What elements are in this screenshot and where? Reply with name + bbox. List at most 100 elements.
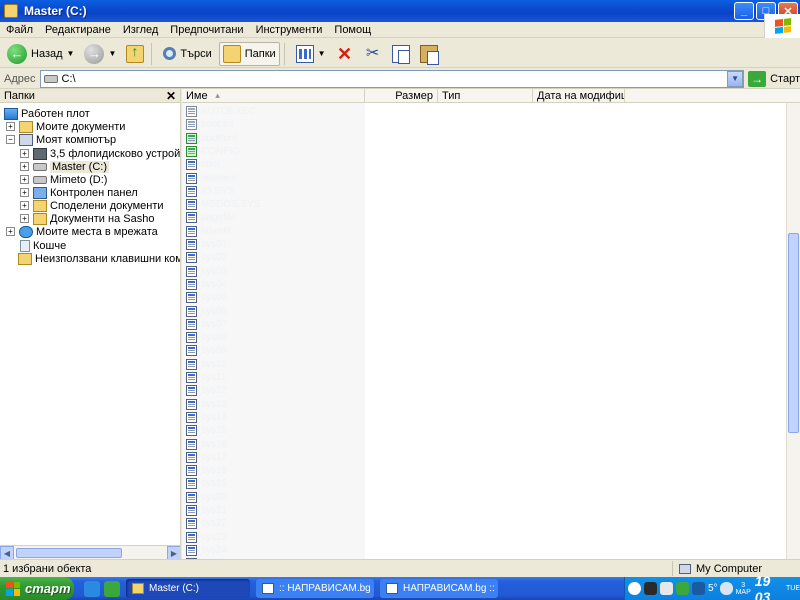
file-row[interactable]: sys15 bbox=[186, 424, 356, 437]
taskbar-item-browser-2[interactable]: НАПРАВИСАМ.bg :: ... bbox=[380, 579, 498, 598]
file-row[interactable]: boot.ini bbox=[186, 118, 356, 131]
file-row[interactable]: sys19 bbox=[186, 477, 356, 490]
file-row[interactable]: AUTOEXEC bbox=[186, 105, 356, 118]
search-button[interactable]: Търси bbox=[160, 42, 214, 66]
expand-icon[interactable]: + bbox=[20, 175, 29, 184]
address-value[interactable]: C:\ bbox=[62, 73, 76, 85]
file-row[interactable]: sys01 bbox=[186, 238, 356, 251]
file-row[interactable]: sys14 bbox=[186, 411, 356, 424]
file-row[interactable]: sys11 bbox=[186, 371, 356, 384]
menu-help[interactable]: Помощ bbox=[328, 24, 377, 36]
chevron-down-icon[interactable]: ▼ bbox=[727, 70, 744, 87]
menu-file[interactable]: Файл bbox=[0, 24, 39, 36]
chevron-down-icon[interactable]: ▼ bbox=[67, 49, 75, 58]
tree-node-floppy[interactable]: + 3,5 флопидисково устройство (A:) bbox=[20, 147, 180, 160]
file-row[interactable]: hiberfil bbox=[186, 225, 356, 238]
file-row[interactable]: sys08 bbox=[186, 331, 356, 344]
back-button[interactable]: ← Назад ▼ bbox=[4, 42, 77, 66]
menu-favorites[interactable]: Предпочитани bbox=[164, 24, 249, 36]
file-row[interactable]: sys12 bbox=[186, 384, 356, 397]
copy-button[interactable] bbox=[389, 42, 413, 66]
title-bar[interactable]: Master (C:) _ □ ✕ bbox=[0, 0, 800, 22]
views-button[interactable]: ▼ bbox=[293, 42, 329, 66]
column-header-size[interactable]: Размер bbox=[365, 89, 438, 102]
file-row[interactable]: ntldr bbox=[186, 158, 356, 171]
expand-icon[interactable]: + bbox=[20, 214, 29, 223]
expand-icon[interactable]: + bbox=[6, 122, 15, 131]
close-pane-icon[interactable]: ✕ bbox=[166, 89, 176, 103]
file-row[interactable]: sys09 bbox=[186, 344, 356, 357]
scroll-left-icon[interactable]: ◀ bbox=[0, 546, 14, 559]
tree-node-desktop[interactable]: Работен плот bbox=[4, 107, 90, 120]
security-icon[interactable] bbox=[644, 582, 657, 595]
file-row[interactable]: sys20 bbox=[186, 491, 356, 504]
paste-button[interactable] bbox=[417, 42, 441, 66]
file-row[interactable]: sys03 bbox=[186, 265, 356, 278]
tree-node-drive-c[interactable]: + Master (C:) bbox=[20, 160, 109, 173]
antivirus-icon[interactable] bbox=[676, 582, 689, 595]
vertical-scrollbar[interactable] bbox=[786, 103, 800, 559]
file-row[interactable]: CONFIG bbox=[186, 145, 356, 158]
collapse-icon[interactable]: − bbox=[6, 135, 15, 144]
file-row[interactable]: sys04 bbox=[186, 278, 356, 291]
expand-icon[interactable]: + bbox=[20, 188, 29, 197]
file-row[interactable]: sys06 bbox=[186, 305, 356, 318]
chevron-down-icon[interactable]: ▼ bbox=[318, 49, 326, 58]
taskbar-item-browser-1[interactable]: :: НАПРАВИСАМ.bg ... bbox=[256, 579, 374, 598]
menu-edit[interactable]: Редактиране bbox=[39, 24, 117, 36]
tree-node-control-panel[interactable]: + Контролен панел bbox=[20, 186, 138, 199]
tree-node-user-documents[interactable]: + Документи на Sasho bbox=[20, 212, 154, 225]
file-row[interactable]: sys16 bbox=[186, 438, 356, 451]
tree-node-shared-documents[interactable]: + Споделени документи bbox=[20, 199, 164, 212]
tree-node-unused-shortcuts[interactable]: Неизползвани клавишни комбинации bbox=[18, 252, 180, 265]
tree-node-recycle-bin[interactable]: Кошче bbox=[20, 239, 66, 252]
clock[interactable]: 19 03 bbox=[755, 573, 782, 600]
file-row[interactable]: bootfont bbox=[186, 132, 356, 145]
tray-chevron-icon[interactable] bbox=[628, 582, 641, 595]
folders-button[interactable]: Папки bbox=[218, 41, 280, 66]
column-header-date[interactable]: Дата на модифици... bbox=[533, 89, 625, 102]
scroll-thumb[interactable] bbox=[788, 233, 799, 433]
address-input[interactable]: C:\ ▼ bbox=[39, 69, 745, 88]
menu-tools[interactable]: Инструменти bbox=[250, 24, 329, 36]
file-row[interactable]: sys22 bbox=[186, 517, 356, 530]
file-row[interactable]: sys17 bbox=[186, 451, 356, 464]
file-row[interactable]: sys02 bbox=[186, 251, 356, 264]
messenger-icon[interactable] bbox=[104, 580, 120, 597]
tree-node-drive-d[interactable]: + Mimeto (D:) bbox=[20, 173, 107, 186]
file-row[interactable]: sys18 bbox=[186, 464, 356, 477]
scroll-thumb[interactable] bbox=[16, 548, 122, 558]
file-row[interactable]: sys10 bbox=[186, 358, 356, 371]
menu-view[interactable]: Изглед bbox=[117, 24, 164, 36]
taskbar-item-explorer[interactable]: Master (C:) bbox=[126, 579, 250, 598]
tree-node-network-places[interactable]: + Моите места в мрежата bbox=[6, 225, 158, 238]
chevron-down-icon[interactable]: ▼ bbox=[108, 49, 116, 58]
tree-node-my-computer[interactable]: − Моят компютър bbox=[6, 133, 116, 146]
file-row[interactable]: sys23 bbox=[186, 531, 356, 544]
column-header-name[interactable]: Име ▲ bbox=[182, 89, 365, 102]
file-row[interactable]: IO.SYS bbox=[186, 185, 356, 198]
expand-icon[interactable]: + bbox=[20, 162, 29, 171]
file-row[interactable]: ntdetect bbox=[186, 172, 356, 185]
tree-node-my-documents[interactable]: + Моите документи bbox=[6, 120, 125, 133]
start-button[interactable]: старт bbox=[0, 577, 74, 600]
up-button[interactable] bbox=[123, 42, 147, 66]
forward-button[interactable]: → ▼ bbox=[81, 42, 119, 66]
file-row[interactable]: MSDOS.SYS bbox=[186, 198, 356, 211]
horizontal-scrollbar[interactable]: ◀ ▶ bbox=[0, 545, 180, 559]
browser-icon[interactable] bbox=[84, 580, 100, 597]
go-button[interactable]: → Старт bbox=[748, 70, 800, 87]
file-row[interactable]: sys07 bbox=[186, 318, 356, 331]
weather-temperature[interactable]: 5° bbox=[708, 583, 718, 594]
file-row[interactable]: pagefile bbox=[186, 211, 356, 224]
column-header-type[interactable]: Тип bbox=[438, 89, 533, 102]
expand-icon[interactable]: + bbox=[6, 227, 15, 236]
minimize-button[interactable]: _ bbox=[734, 2, 754, 20]
file-row[interactable]: sys21 bbox=[186, 504, 356, 517]
file-row[interactable]: sys13 bbox=[186, 398, 356, 411]
scroll-right-icon[interactable]: ▶ bbox=[167, 546, 180, 559]
app-tray-icon[interactable] bbox=[692, 582, 705, 595]
delete-button[interactable]: ✕ bbox=[333, 42, 357, 66]
cut-button[interactable]: ✂ bbox=[361, 42, 385, 66]
expand-icon[interactable]: + bbox=[20, 201, 29, 210]
